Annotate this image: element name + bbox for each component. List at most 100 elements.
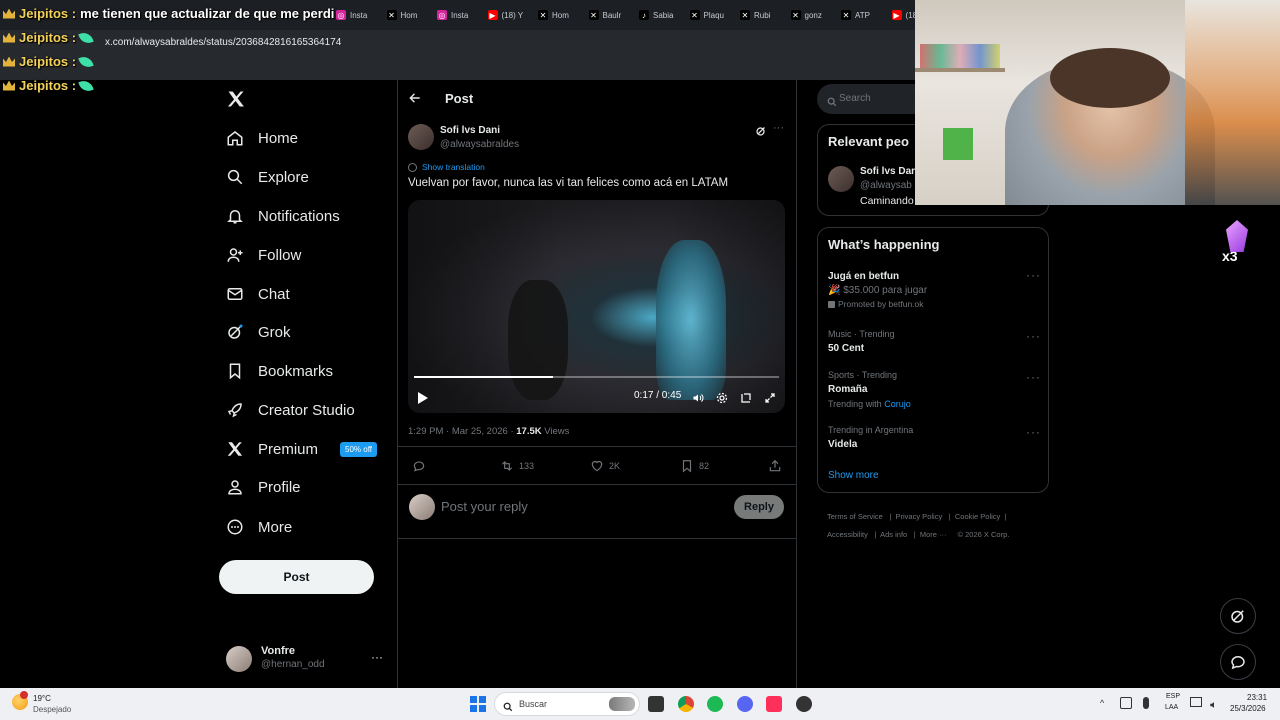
more-dots-icon[interactable]: ··· — [1026, 268, 1041, 282]
trend-name: 50 Cent — [828, 343, 865, 354]
fullscreen-icon[interactable] — [764, 391, 776, 403]
author-name[interactable]: Sofi lvs Dani — [440, 125, 500, 136]
url-field[interactable]: x.com/alwaysabraldes/status/203684281616… — [105, 37, 341, 48]
language-bottom[interactable]: LAA — [1165, 704, 1178, 711]
youtube-icon: ▶ — [487, 10, 498, 20]
footer-ads[interactable]: Ads info — [880, 530, 907, 539]
video-time: 0:17 / 0:45 — [634, 390, 682, 401]
discord-icon[interactable] — [737, 696, 753, 712]
spotify-icon[interactable] — [707, 696, 723, 712]
footer-accessibility[interactable]: Accessibility — [827, 530, 868, 539]
relevant-name[interactable]: Sofi lvs Dan — [860, 166, 917, 177]
browser-tab[interactable]: ✕ Plaqu — [689, 5, 736, 25]
language-top[interactable]: ESP — [1166, 693, 1180, 700]
settings-icon[interactable] — [716, 391, 728, 404]
nav-premium[interactable]: Premium 50% off — [226, 434, 377, 464]
grok-float-button[interactable] — [1220, 598, 1256, 634]
browser-tab[interactable]: ✕ ATP — [841, 5, 887, 25]
nav-follow[interactable]: Follow — [226, 240, 301, 270]
windows-taskbar: 19°C Despejado Buscar ^ ESP LAA 23:31 25… — [0, 688, 1280, 720]
grok-icon[interactable] — [755, 124, 767, 136]
author-handle[interactable]: @alwaysabraldes — [440, 139, 519, 150]
reply-button[interactable]: Reply — [734, 495, 784, 519]
page-title: Post — [445, 91, 474, 106]
video-player[interactable]: 0:17 / 0:45 — [408, 200, 785, 413]
chrome-icon[interactable] — [678, 696, 694, 712]
browser-tab[interactable]: ✕ gonz — [790, 5, 837, 25]
nav-bookmarks[interactable]: Bookmarks — [226, 356, 333, 386]
emote-icon — [78, 77, 94, 94]
taskbar-search[interactable]: Buscar — [494, 692, 640, 716]
trending-with: Trending with Corujo — [828, 399, 911, 409]
like-action[interactable]: 2K — [590, 459, 620, 473]
show-translation-link[interactable]: Show translation — [408, 162, 485, 172]
file-explorer-icon[interactable] — [648, 696, 664, 712]
display-icon[interactable] — [1190, 697, 1202, 707]
microphone-icon[interactable] — [1143, 697, 1149, 709]
reply-action[interactable] — [412, 459, 426, 473]
trending-with-link[interactable]: Corujo — [884, 399, 911, 409]
more-dots-icon[interactable]: ··· — [1026, 329, 1041, 343]
nav-creator-studio[interactable]: Creator Studio — [226, 395, 355, 425]
author-avatar[interactable] — [408, 124, 434, 150]
avatar[interactable] — [828, 166, 854, 192]
nav-profile[interactable]: Profile — [226, 472, 301, 502]
tiktok-icon[interactable] — [766, 696, 782, 712]
repost-action[interactable]: 133 — [500, 459, 534, 473]
post-button[interactable]: Post — [219, 560, 374, 594]
network-icon[interactable] — [1120, 697, 1132, 709]
browser-tab[interactable]: ♪ Sabia — [639, 5, 685, 25]
browser-tab[interactable]: ✕ Hom — [538, 5, 584, 25]
browser-tab[interactable]: ✕ Hom — [386, 5, 433, 25]
nav-label: Profile — [258, 478, 301, 496]
bookmark-action[interactable]: 82 — [680, 459, 709, 473]
nav-chat[interactable]: Chat — [226, 279, 290, 309]
avatar — [226, 646, 252, 672]
footer-more[interactable]: More ··· — [920, 530, 947, 539]
trend-item[interactable]: Jugá en betfun 🎉 $35.000 para jugar Prom… — [828, 271, 927, 309]
browser-tab[interactable]: ◎ Insta — [336, 5, 382, 25]
nav-explore[interactable]: Explore — [226, 162, 309, 192]
more-dots-icon[interactable]: ··· — [1026, 370, 1041, 384]
chevron-up-icon[interactable]: ^ — [1100, 698, 1104, 708]
volume-icon[interactable] — [1209, 697, 1219, 708]
browser-tab[interactable]: ▶ (18) Y — [487, 5, 534, 25]
trend-item[interactable]: Trending in Argentina Videla — [828, 425, 913, 450]
messages-float-button[interactable] — [1220, 644, 1256, 680]
chair — [1185, 0, 1280, 205]
browser-tab[interactable]: ✕ Rubi — [740, 5, 786, 25]
more-dots-icon[interactable]: ··· — [773, 122, 784, 134]
volume-icon[interactable] — [692, 391, 704, 403]
browser-tab[interactable]: ✕ Baulr — [588, 5, 635, 25]
nav-more[interactable]: More — [226, 512, 292, 542]
nav-notifications[interactable]: Notifications — [226, 201, 340, 231]
trend-meta: Music · Trending — [828, 329, 895, 339]
show-more-link[interactable]: Show more — [828, 470, 879, 481]
browser-tab[interactable]: ◎ Insta — [437, 5, 483, 25]
footer-terms[interactable]: Terms of Service — [827, 512, 883, 521]
more-circle-icon — [226, 518, 244, 536]
x-icon: ✕ — [538, 10, 548, 20]
pip-icon[interactable] — [740, 391, 752, 403]
reply-input[interactable]: Post your reply — [441, 499, 528, 514]
x-logo-icon[interactable] — [226, 89, 246, 109]
video-progress-track[interactable] — [414, 376, 779, 378]
more-dots-icon[interactable]: ··· — [1026, 425, 1041, 439]
crown-icon — [3, 80, 15, 91]
footer-privacy[interactable]: Privacy Policy — [896, 512, 943, 521]
footer-cookie[interactable]: Cookie Policy — [955, 512, 1000, 521]
play-icon[interactable] — [418, 391, 428, 404]
relevant-handle[interactable]: @alwaysab — [860, 180, 912, 191]
trend-item[interactable]: Sports · Trending Romaña Trending with C… — [828, 370, 911, 409]
share-action[interactable] — [768, 459, 782, 473]
app-icon[interactable] — [796, 696, 812, 712]
nav-home[interactable]: Home — [226, 123, 298, 153]
nav-grok[interactable]: Grok — [226, 317, 291, 347]
account-switcher[interactable]: Vonfre @hernan_odd ··· — [226, 644, 406, 674]
more-dots-icon[interactable]: ··· — [371, 650, 383, 664]
windows-start-icon[interactable] — [470, 696, 486, 712]
trend-item[interactable]: Music · Trending 50 Cent — [828, 329, 895, 354]
clock-date[interactable]: 25/3/2026 — [1230, 704, 1266, 713]
clock-time[interactable]: 23:31 — [1247, 693, 1267, 702]
back-arrow-icon[interactable] — [408, 90, 422, 106]
